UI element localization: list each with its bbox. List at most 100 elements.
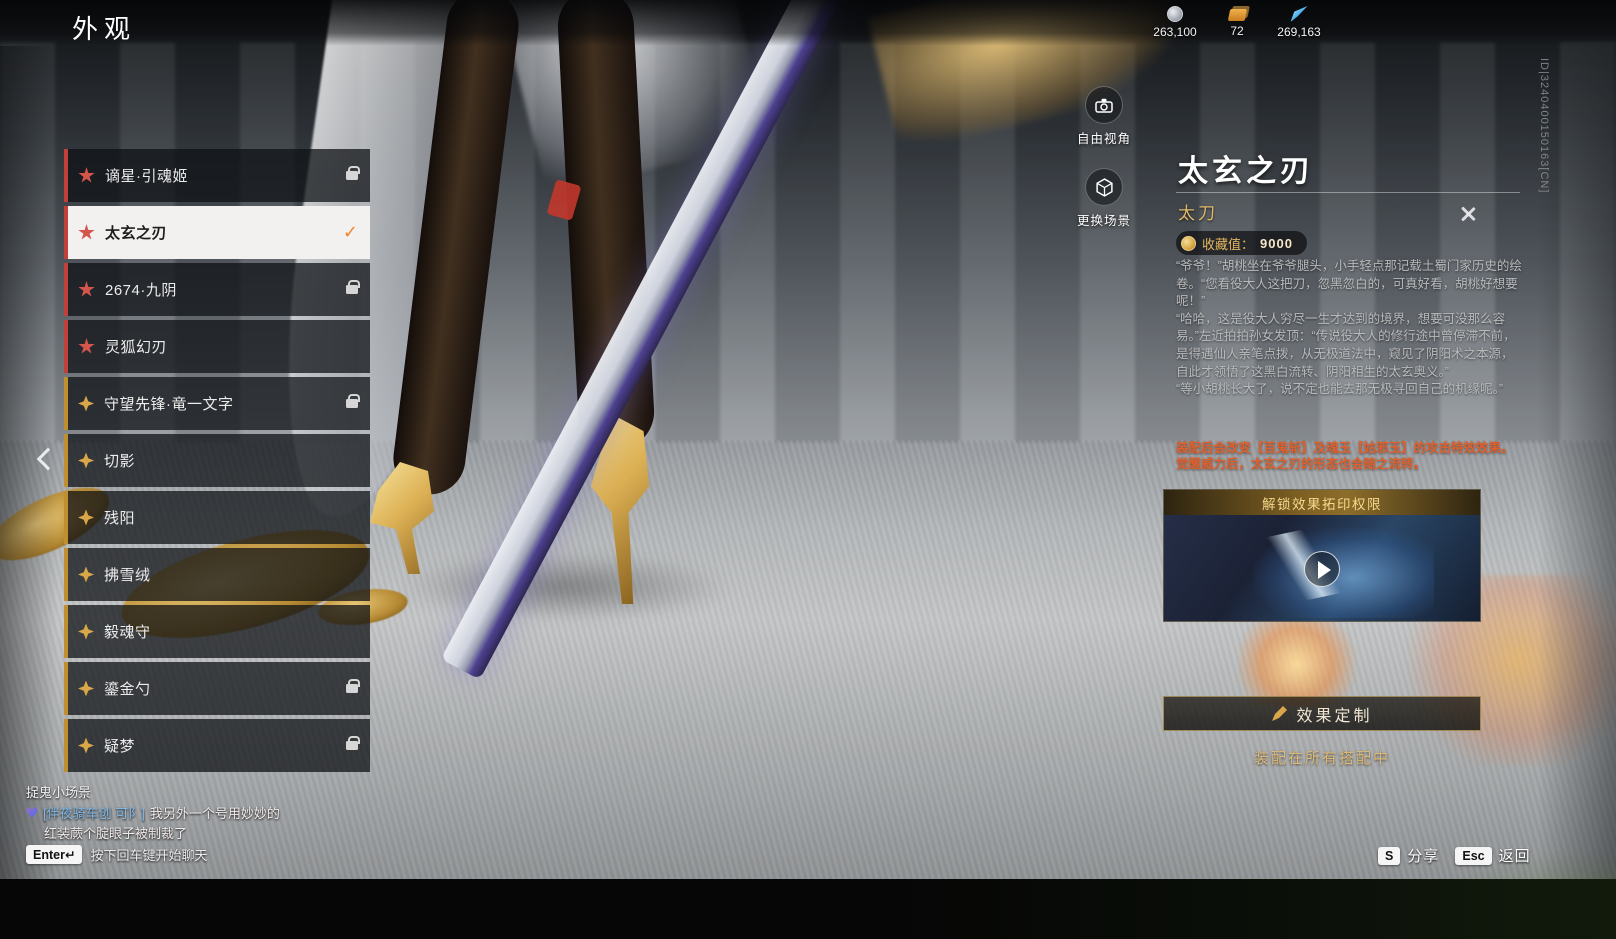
gold-emblem-icon: [78, 453, 94, 469]
skin-item[interactable]: 太玄之刃✓: [64, 206, 370, 259]
red-star-icon: [78, 338, 95, 355]
back-chevron-icon[interactable]: [32, 442, 62, 476]
collection-coin-icon: [1181, 236, 1196, 251]
skin-label: 守望先锋·竜一文字: [104, 393, 346, 414]
skin-item[interactable]: 毅魂守: [64, 605, 370, 658]
weapon-type-label: 太刀: [1178, 199, 1218, 224]
currency-value: 72: [1230, 24, 1243, 38]
divider: [1176, 192, 1520, 193]
effect-warning-text: 装配后会改变【百鬼斩】及魂玉【姑邪玉】的攻击特效效果。 觉醒威力后，太玄之刃的形…: [1176, 441, 1522, 472]
lock-icon: [346, 741, 358, 750]
top-bar: [0, 0, 1616, 46]
gold-emblem-icon: [78, 396, 94, 412]
skin-item[interactable]: 谪星·引魂姬: [64, 149, 370, 202]
play-button[interactable]: [1304, 551, 1340, 587]
currency-bar: 263,100 72 269,163: [1150, 6, 1324, 39]
gold-emblem-icon: [78, 567, 94, 583]
currency-jade[interactable]: 269,163: [1274, 6, 1324, 39]
equip-status-text: 装配在所有搭配中: [1163, 747, 1481, 768]
skin-label: 太玄之刃: [105, 222, 343, 243]
lock-icon: [346, 285, 358, 294]
red-star-icon: [78, 281, 95, 298]
skin-item[interactable]: 2674·九阴: [64, 263, 370, 316]
bottom-bar: [0, 879, 1616, 939]
chat-message-text: 我另外一个号用妙妙的: [150, 803, 280, 822]
effect-video-preview[interactable]: 解锁效果拓印权限: [1163, 489, 1481, 622]
video-title: 解锁效果拓印权限: [1262, 493, 1382, 513]
spark-effect: [1238, 612, 1368, 707]
back-button[interactable]: Esc 返回: [1455, 845, 1530, 866]
jade-feather-icon: [1291, 6, 1308, 22]
video-header: 解锁效果拓印权限: [1164, 490, 1480, 515]
currency-value: 269,163: [1277, 25, 1320, 39]
character-shadow: [400, 552, 730, 622]
skin-label: 谪星·引魂姬: [105, 165, 346, 186]
back-label: 返回: [1499, 845, 1531, 866]
currency-ticket[interactable]: 72: [1212, 6, 1262, 39]
footer-actions: S 分享 Esc 返回: [1378, 845, 1531, 866]
chat-enter-hint[interactable]: Enter↵ 按下回车键开始聊天: [26, 845, 207, 864]
skin-lore-text: “爷爷！”胡桃坐在爷爷腿头，小手轻点那记载土蜀门家历史的绘卷。“您看役大人这把刀…: [1176, 258, 1522, 399]
gold-emblem-icon: [78, 681, 94, 697]
share-button[interactable]: S 分享: [1378, 845, 1439, 866]
skin-label: 残阳: [104, 507, 358, 528]
currency-silver[interactable]: 263,100: [1150, 6, 1200, 39]
chat-scene-label: 捉鬼小场景: [26, 782, 91, 801]
skin-item[interactable]: 切影: [64, 434, 370, 487]
skin-label: 疑梦: [104, 735, 346, 756]
brush-icon: [1271, 706, 1287, 722]
esc-keycap: Esc: [1455, 847, 1491, 865]
appearance-screen: 外观 263,100 72 269,163 谪星·引魂姬太玄之刃✓2674·九阴…: [0, 0, 1616, 939]
free-camera-label: 自由视角: [1059, 128, 1149, 147]
chat-sender[interactable]: [伴夜骑车创 可阝]: [43, 803, 145, 822]
chat-message-line: [伴夜骑车创 可阝] 我另外一个号用妙妙的: [26, 803, 280, 822]
change-scene-button[interactable]: [1085, 168, 1123, 206]
silver-coin-icon: [1167, 6, 1183, 22]
skin-item[interactable]: 守望先锋·竜一文字: [64, 377, 370, 430]
lock-icon: [346, 684, 358, 693]
skin-item[interactable]: 鎏金勺: [64, 662, 370, 715]
skin-list: 谪星·引魂姬太玄之刃✓2674·九阴灵狐幻刃守望先锋·竜一文字切影残阳拂雪绒毅魂…: [64, 149, 370, 772]
enter-keycap: Enter↵: [26, 845, 82, 864]
customize-label: 效果定制: [1296, 702, 1372, 726]
skin-label: 灵狐幻刃: [105, 336, 358, 357]
page-title: 外观: [72, 9, 136, 46]
warning-line-2: 觉醒威力后，太玄之刃的形态也会随之流转。: [1176, 457, 1522, 473]
cube-icon: [1095, 178, 1114, 197]
skin-label: 拂雪绒: [104, 564, 358, 585]
skin-item[interactable]: 疑梦: [64, 719, 370, 772]
crossed-swords-icon[interactable]: [1456, 202, 1480, 226]
lock-icon: [346, 171, 358, 180]
effect-customize-button[interactable]: 效果定制: [1163, 696, 1481, 731]
change-scene-label: 更换场景: [1059, 210, 1149, 229]
skin-item[interactable]: 残阳: [64, 491, 370, 544]
currency-value: 263,100: [1153, 25, 1196, 39]
gold-emblem-icon: [78, 510, 94, 526]
warning-line-1: 装配后会改变【百鬼斩】及魂玉【姑邪玉】的攻击特效效果。: [1176, 441, 1522, 457]
enter-hint-text: 按下回车键开始聊天: [90, 845, 207, 864]
collection-value: 9000: [1260, 236, 1293, 251]
camera-icon: [1095, 98, 1113, 113]
skin-label: 鎏金勺: [104, 678, 346, 699]
free-camera-button[interactable]: [1085, 86, 1123, 124]
share-label: 分享: [1407, 845, 1439, 866]
play-icon: [1318, 561, 1331, 579]
chat-message-line-2: 红装蕨个腚眼子被制裁了: [44, 823, 187, 842]
selected-check-icon: ✓: [343, 222, 358, 243]
gold-emblem-icon: [78, 624, 94, 640]
share-keycap: S: [1378, 847, 1400, 865]
ticket-icon: [1227, 9, 1247, 21]
weapon-skin-title: 太玄之刃: [1178, 146, 1314, 190]
skin-item[interactable]: 拂雪绒: [64, 548, 370, 601]
chat-channel-icon: [26, 807, 38, 818]
collection-label: 收藏值：: [1202, 234, 1254, 253]
skin-item[interactable]: 灵狐幻刃: [64, 320, 370, 373]
red-star-icon: [78, 224, 95, 241]
collection-value-badge: 收藏值： 9000: [1176, 231, 1307, 255]
gold-emblem-icon: [78, 738, 94, 754]
skin-label: 2674·九阴: [105, 279, 346, 300]
skin-label: 毅魂守: [104, 621, 358, 642]
lock-icon: [346, 399, 358, 408]
skin-label: 切影: [104, 450, 358, 471]
player-id-watermark: ID|3240400150163[CN]: [1538, 58, 1550, 193]
